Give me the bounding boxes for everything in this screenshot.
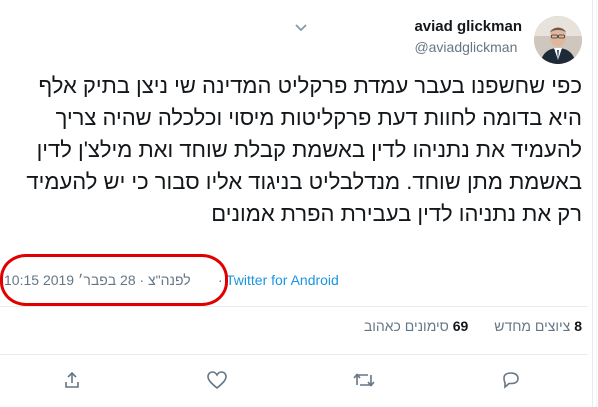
retweet-icon[interactable]	[352, 370, 376, 395]
red-highlight-annotation	[0, 254, 228, 306]
divider-top	[0, 306, 588, 307]
tweet-header: aviad glickman @aviadglickman	[282, 12, 582, 64]
tweet-text: כפי שחשפנו בעבר עמדת פרקליט המדינה שי ני…	[26, 73, 582, 226]
retweets-stat[interactable]: 8 ציוצים מחדש	[494, 318, 582, 334]
tweet-client-link[interactable]: Twitter for Android	[226, 272, 339, 288]
tweet-actions	[0, 368, 598, 398]
likes-count: 69	[452, 318, 469, 334]
heart-icon[interactable]	[206, 370, 228, 395]
likes-label: סימונים כאהוב	[363, 318, 449, 334]
share-icon[interactable]	[62, 370, 82, 395]
reply-icon[interactable]	[500, 370, 522, 395]
author-handle[interactable]: @aviadglickman	[414, 39, 522, 55]
retweets-label: ציוצים מחדש	[494, 318, 571, 334]
frame-border	[592, 0, 593, 407]
retweets-count: 8	[574, 318, 582, 334]
divider-bottom	[0, 354, 588, 355]
avatar[interactable]	[534, 16, 582, 64]
chevron-down-icon[interactable]	[294, 20, 308, 38]
tweet-stats: 8 ציוצים מחדש 69 סימונים כאהוב	[342, 318, 582, 334]
likes-stat[interactable]: 69 סימונים כאהוב	[364, 318, 468, 334]
frame-border-outer	[596, 0, 597, 407]
author-name[interactable]: aviad glickman	[414, 18, 522, 35]
author-block[interactable]: aviad glickman @aviadglickman	[414, 18, 522, 55]
